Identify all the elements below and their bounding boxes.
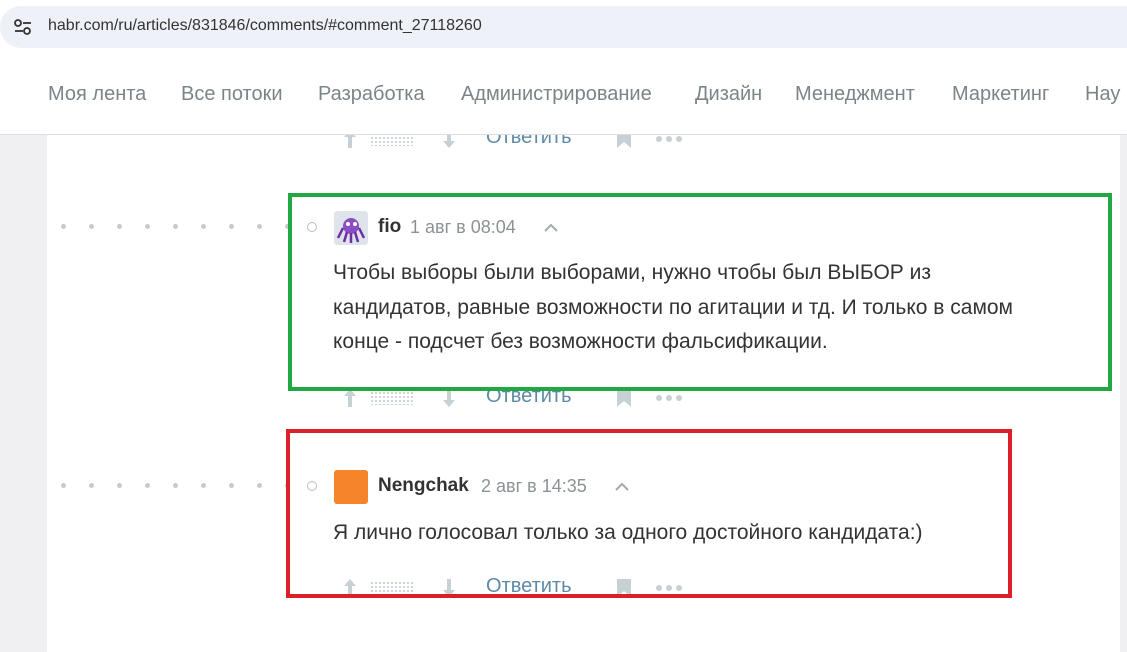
comment-body: Чтобы выборы были выборами, нужно чтобы … — [333, 256, 1103, 360]
url-text[interactable]: habr.com/ru/articles/831846/comments/#co… — [48, 17, 482, 35]
comment-line: Чтобы выборы были выборами, нужно чтобы … — [333, 261, 932, 284]
thread-node — [307, 222, 317, 232]
vote-score — [370, 391, 414, 405]
comment-author[interactable]: fio — [378, 216, 401, 238]
avatar[interactable] — [334, 211, 368, 245]
arrow-up-icon[interactable] — [342, 577, 358, 599]
tune-icon[interactable] — [14, 19, 32, 35]
nav-item-my-feed[interactable]: Моя лента — [48, 83, 146, 106]
chevron-up-icon[interactable] — [614, 481, 630, 491]
ellipsis-icon[interactable] — [656, 585, 682, 591]
nav-item-marketing[interactable]: Маркетинг — [952, 83, 1049, 106]
arrow-up-icon[interactable] — [342, 387, 358, 409]
arrow-down-icon[interactable] — [441, 577, 457, 599]
comment-actions: Ответить — [342, 575, 692, 603]
nav-item-design[interactable]: Дизайн — [695, 83, 762, 106]
chevron-up-icon[interactable] — [543, 222, 559, 232]
browser-toolbar: habr.com/ru/articles/831846/comments/#co… — [0, 0, 1127, 56]
nav-item-administration[interactable]: Администрирование — [461, 83, 652, 106]
thread-line — [61, 483, 291, 489]
ellipsis-icon[interactable] — [656, 395, 682, 401]
comment-body: Я лично голосовал только за одного досто… — [333, 516, 1003, 551]
comment-author[interactable]: Nengchak — [378, 475, 469, 497]
comment-time[interactable]: 2 авг в 14:35 — [481, 476, 587, 497]
nav-item-all-streams[interactable]: Все потоки — [181, 83, 283, 106]
bookmark-icon[interactable] — [616, 578, 632, 598]
nav-item-development[interactable]: Разработка — [318, 83, 425, 106]
comment-line: кандидатов, равные возможности по агитац… — [333, 295, 1013, 319]
comment-actions: Ответить — [342, 385, 692, 413]
nav-item-management[interactable]: Менеджмент — [795, 83, 915, 106]
reply-link[interactable]: Ответить — [486, 385, 572, 408]
reply-link[interactable]: Ответить — [486, 575, 572, 598]
thread-line — [61, 224, 291, 230]
avatar[interactable] — [334, 470, 368, 504]
ellipsis-icon[interactable] — [656, 136, 682, 142]
comment-line: конце - подсчет без возможности фальсифи… — [333, 330, 828, 353]
comment-time[interactable]: 1 авг в 08:04 — [410, 217, 516, 238]
address-bar[interactable]: habr.com/ru/articles/831846/comments/#co… — [0, 6, 1127, 48]
vote-score — [370, 581, 414, 595]
nav-item-science[interactable]: Нау — [1085, 83, 1120, 106]
arrow-down-icon[interactable] — [441, 387, 457, 409]
comment-line: Я лично голосовал только за одного досто… — [333, 521, 923, 544]
hub-navigation: Моя лента Все потоки Разработка Админист… — [0, 56, 1127, 135]
thread-node — [307, 481, 317, 491]
bookmark-icon[interactable] — [616, 388, 632, 408]
